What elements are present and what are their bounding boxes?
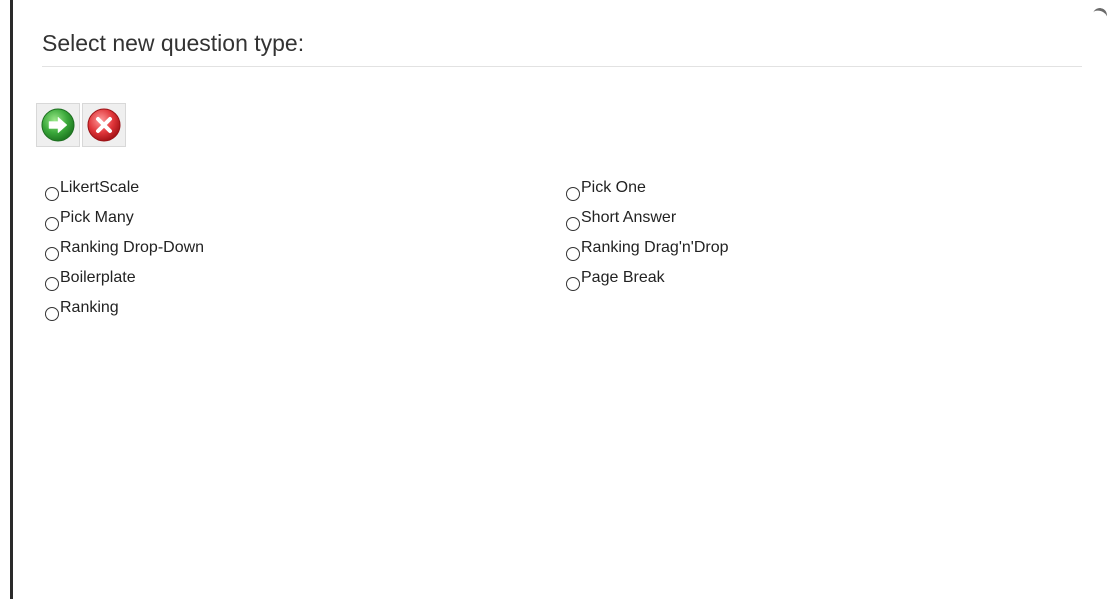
option-label: Pick Many bbox=[60, 209, 134, 226]
option-page-break[interactable]: Page Break bbox=[566, 266, 986, 296]
radio-button[interactable] bbox=[566, 246, 580, 261]
radio-button[interactable] bbox=[566, 276, 580, 291]
option-pick-many[interactable]: Pick Many bbox=[45, 206, 465, 236]
confirm-button[interactable] bbox=[36, 103, 80, 147]
radio-button[interactable] bbox=[45, 216, 59, 231]
corner-mark bbox=[1091, 6, 1107, 23]
option-label: LikertScale bbox=[60, 179, 140, 196]
option-ranking[interactable]: Ranking bbox=[45, 296, 465, 326]
option-boilerplate[interactable]: Boilerplate bbox=[45, 266, 465, 296]
cancel-button[interactable] bbox=[82, 103, 126, 147]
option-label: Boilerplate bbox=[60, 269, 136, 286]
radio-button[interactable] bbox=[566, 186, 580, 201]
dialog-title: Select new question type: bbox=[42, 30, 305, 56]
option-label: Ranking bbox=[60, 299, 119, 316]
title-divider bbox=[42, 66, 1082, 67]
dialog-toolbar bbox=[36, 103, 126, 147]
radio-button[interactable] bbox=[45, 246, 59, 261]
option-label: Ranking Drop-Down bbox=[60, 239, 205, 256]
option-pick-one[interactable]: Pick One bbox=[566, 176, 986, 206]
option-likertscale[interactable]: LikertScale bbox=[45, 176, 465, 206]
radio-button[interactable] bbox=[45, 186, 59, 201]
option-label: Pick One bbox=[581, 179, 646, 196]
options-right-column: Pick One Short Answer Ranking Drag'n'Dro… bbox=[566, 176, 986, 296]
option-short-answer[interactable]: Short Answer bbox=[566, 206, 986, 236]
window-left-border bbox=[10, 0, 13, 599]
radio-button[interactable] bbox=[45, 306, 59, 321]
radio-button[interactable] bbox=[566, 216, 580, 231]
option-label: Short Answer bbox=[581, 209, 677, 226]
option-ranking-drop-down[interactable]: Ranking Drop-Down bbox=[45, 236, 465, 266]
question-type-dialog: Select new question type: LikertScale Pi… bbox=[36, 0, 1084, 321]
radio-button[interactable] bbox=[45, 276, 59, 291]
options-left-column: LikertScale Pick Many Ranking Drop-Down … bbox=[45, 176, 465, 326]
arrow-right-icon bbox=[41, 108, 75, 142]
option-label: Ranking Drag'n'Drop bbox=[581, 239, 729, 256]
option-label: Page Break bbox=[581, 269, 665, 286]
option-ranking-drag-n-drop[interactable]: Ranking Drag'n'Drop bbox=[566, 236, 986, 266]
close-icon bbox=[87, 108, 121, 142]
